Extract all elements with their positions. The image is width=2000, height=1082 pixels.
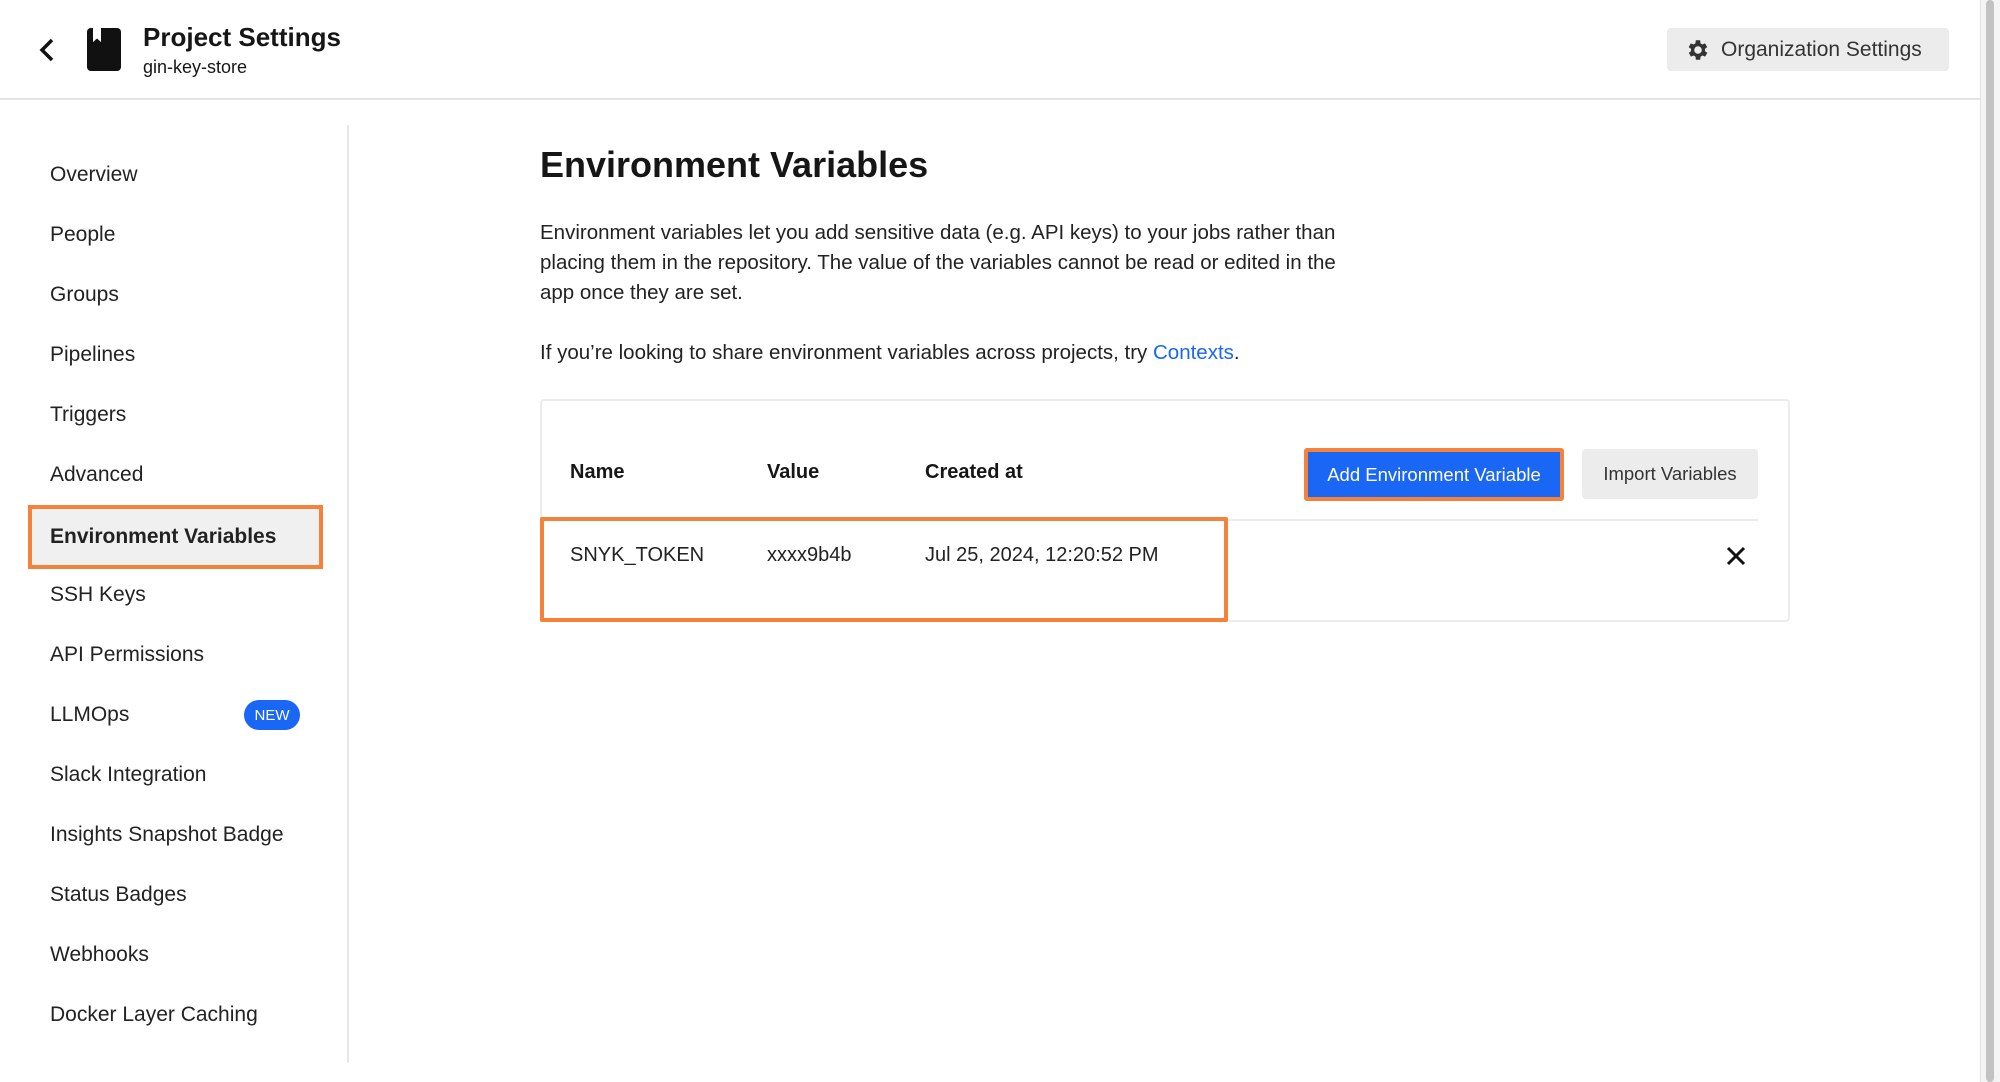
- project-book-icon: [87, 28, 121, 71]
- sidebar-item-label: Overview: [50, 163, 138, 186]
- sidebar-item-label: Environment Variables: [50, 525, 277, 548]
- scrollbar[interactable]: [1980, 0, 2000, 1082]
- sidebar-item-label: Slack Integration: [50, 763, 207, 786]
- sidebar-item-label: LLMOps: [50, 703, 130, 726]
- column-header-value: Value: [767, 461, 820, 483]
- contexts-hint-text: If you’re looking to share environment v…: [540, 341, 1153, 364]
- sidebar-item-label: Advanced: [50, 463, 144, 486]
- page-header: Project Settings gin-key-store Organizat…: [0, 0, 1980, 100]
- sidebar-item-overview[interactable]: Overview: [28, 145, 323, 205]
- column-header-name: Name: [570, 461, 625, 483]
- scrollbar-thumb[interactable]: [1986, 0, 1994, 1082]
- sidebar-item-label: Pipelines: [50, 343, 136, 366]
- project-name: gin-key-store: [143, 57, 248, 77]
- sidebar-item-label: Status Badges: [50, 883, 187, 906]
- contexts-hint: If you’re looking to share environment v…: [540, 338, 1240, 368]
- table-row-highlight: [540, 517, 1228, 622]
- sidebar-item-label: People: [50, 223, 116, 246]
- sidebar-item-api-permissions[interactable]: API Permissions: [28, 625, 323, 685]
- sidebar-item-label: Insights Snapshot Badge: [50, 823, 284, 846]
- sidebar-item-docker-layer-caching[interactable]: Docker Layer Caching: [28, 985, 323, 1045]
- sidebar-item-llmops[interactable]: LLMOps NEW: [28, 685, 323, 745]
- sidebar-item-pipelines[interactable]: Pipelines: [28, 325, 323, 385]
- sidebar-item-ssh-keys[interactable]: SSH Keys: [28, 565, 323, 625]
- new-badge: NEW: [244, 700, 300, 730]
- section-description: Environment variables let you add sensit…: [540, 221, 1336, 304]
- page-title: Project Settings: [143, 22, 341, 52]
- contexts-hint-suffix: .: [1233, 341, 1240, 364]
- sidebar-item-environment-variables[interactable]: Environment Variables: [28, 505, 323, 569]
- sidebar-item-triggers[interactable]: Triggers: [28, 385, 323, 445]
- column-header-created-at: Created at: [925, 461, 1023, 483]
- sidebar-item-label: Triggers: [50, 403, 127, 426]
- sidebar-item-status-badges[interactable]: Status Badges: [28, 865, 323, 925]
- organization-settings-label: Organization Settings: [1721, 37, 1922, 61]
- sidebar: Overview People Groups Pipelines Trigger…: [0, 125, 349, 1063]
- add-environment-variable-button[interactable]: Add Environment Variable: [1304, 448, 1564, 501]
- gear-icon: [1688, 39, 1708, 60]
- sidebar-item-label: Docker Layer Caching: [50, 1003, 258, 1026]
- sidebar-item-label: SSH Keys: [50, 583, 146, 606]
- sidebar-item-groups[interactable]: Groups: [28, 265, 323, 325]
- sidebar-item-label: Webhooks: [50, 943, 149, 966]
- section-title: Environment Variables: [540, 144, 929, 185]
- import-variables-button[interactable]: Import Variables: [1582, 449, 1758, 499]
- sidebar-item-people[interactable]: People: [28, 205, 323, 265]
- sidebar-item-label: Groups: [50, 283, 119, 306]
- sidebar-item-insights-snapshot-badge[interactable]: Insights Snapshot Badge: [28, 805, 323, 865]
- delete-x-icon[interactable]: [1724, 544, 1748, 568]
- sidebar-item-advanced[interactable]: Advanced: [28, 445, 323, 505]
- sidebar-item-label: API Permissions: [50, 643, 205, 666]
- sidebar-item-webhooks[interactable]: Webhooks: [28, 925, 323, 985]
- contexts-link[interactable]: Contexts: [1153, 341, 1234, 364]
- back-chevron-icon[interactable]: [34, 34, 62, 66]
- organization-settings-button[interactable]: Organization Settings: [1667, 28, 1949, 71]
- sidebar-item-slack-integration[interactable]: Slack Integration: [28, 745, 323, 805]
